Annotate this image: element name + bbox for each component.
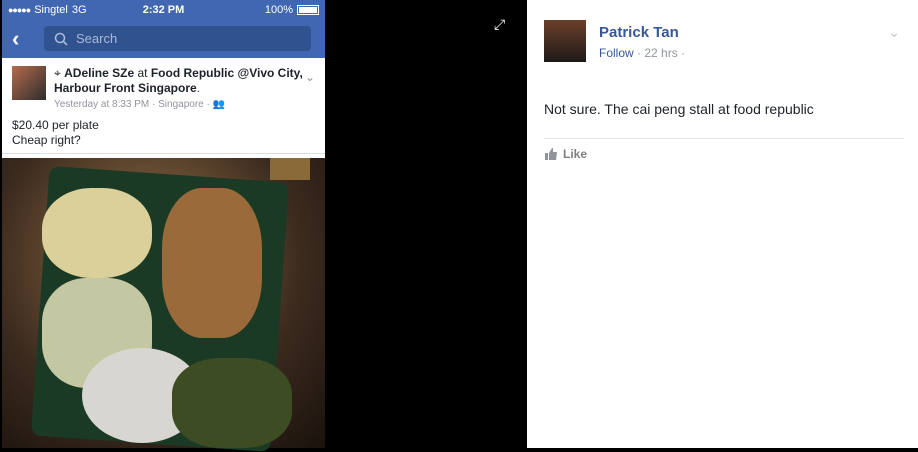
battery-icon: [297, 5, 319, 15]
green-beans: [172, 358, 292, 448]
post-meta: Yesterday at 8:33 PM · Singapore · 👥: [54, 99, 315, 110]
location-pin-icon: ⌖: [54, 66, 61, 80]
post-text-line2: Cheap right?: [12, 133, 81, 147]
fried-chicken: [162, 188, 262, 338]
chevron-down-icon[interactable]: ⌄: [888, 24, 900, 41]
post-card: ⌖ ADeline SZe at Food Republic @Vivo Cit…: [2, 58, 325, 154]
avatar[interactable]: [12, 66, 46, 100]
chevron-down-icon[interactable]: ⌄: [305, 70, 315, 84]
food-photo: [2, 158, 325, 452]
comment-panel: Patrick Tan Follow · 22 hrs · ⌄ Not sure…: [527, 0, 918, 448]
commenter-meta: Follow · 22 hrs ·: [599, 46, 685, 60]
divider: [544, 138, 904, 139]
search-icon: [54, 32, 68, 46]
friends-icon: 👥: [212, 99, 226, 110]
status-bar: ●●●●● Singtel 3G 2:32 PM 100%: [2, 0, 325, 20]
battery-percent: 100%: [264, 4, 293, 16]
comment-time: · 22 hrs ·: [637, 46, 686, 60]
like-label: Like: [563, 147, 588, 161]
back-arrow-icon[interactable]: ‹: [12, 26, 19, 52]
like-button[interactable]: Like: [544, 147, 587, 161]
photo-viewer: ●●●●● Singtel 3G 2:32 PM 100% ‹ Search ⌖…: [0, 0, 527, 452]
post-connector: at: [137, 66, 148, 80]
post-text: $20.40 per plate Cheap right?: [12, 118, 315, 148]
app-navbar: ‹ Search: [2, 20, 325, 58]
post-text-line1: $20.40 per plate: [12, 118, 99, 132]
comment-text: Not sure. The cai peng stall at food rep…: [544, 101, 814, 117]
macaroni-salad: [42, 188, 152, 278]
commenter-name[interactable]: Patrick Tan: [599, 24, 679, 41]
post-header: ⌖ ADeline SZe at Food Republic @Vivo Cit…: [54, 66, 303, 95]
search-input[interactable]: Search: [44, 26, 311, 51]
post-author[interactable]: ADeline SZe: [64, 66, 134, 80]
thumbs-up-icon: [545, 148, 557, 160]
mug: [270, 158, 310, 180]
expand-icon[interactable]: ⤢: [494, 16, 505, 33]
avatar[interactable]: [544, 20, 586, 62]
follow-link[interactable]: Follow: [599, 46, 634, 60]
post-time[interactable]: Yesterday at 8:33 PM · Singapore ·: [54, 99, 210, 110]
search-placeholder: Search: [76, 31, 118, 46]
